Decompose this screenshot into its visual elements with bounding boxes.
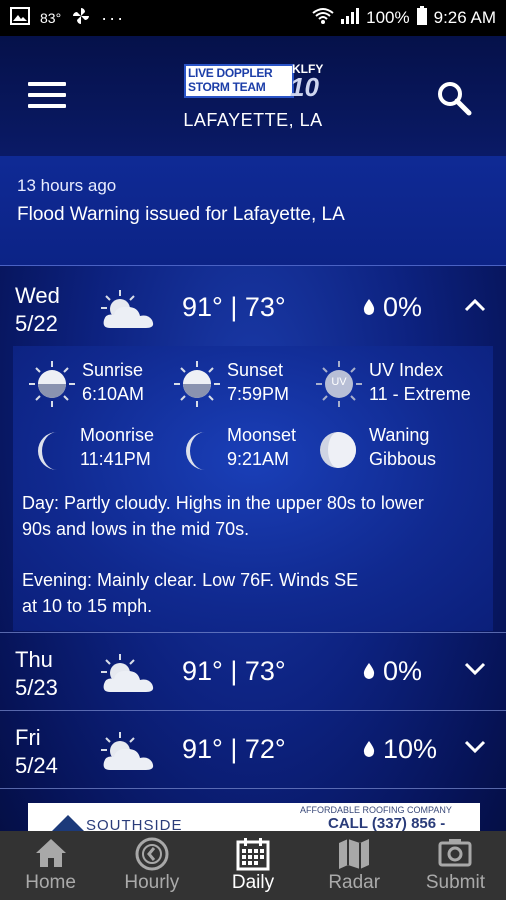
sunset-icon: [173, 360, 221, 413]
divider: [0, 632, 506, 633]
sunrise-text: Sunrise 6:10AM: [82, 360, 145, 404]
sunset-text: Sunset 7:59PM: [227, 360, 290, 404]
nav-submit[interactable]: Submit: [405, 831, 506, 900]
divider: [0, 788, 506, 789]
fan-icon: [71, 6, 91, 31]
raindrop-icon: [362, 740, 376, 763]
station-logo: LIVE DOPPLER STORM TEAM KLFY 10: [184, 62, 326, 102]
status-time: 9:26 AM: [433, 8, 496, 27]
day-row-fri[interactable]: Fri 5/24 91° | 72° 10%: [0, 712, 506, 790]
precip-chance: 0%: [383, 656, 423, 686]
chevron-up-icon[interactable]: [464, 298, 486, 317]
day-description: Day: Partly cloudy. Highs in the upper 8…: [22, 493, 424, 539]
ad-right-big: CALL (337) 856 - ROOF: [328, 815, 446, 831]
precip-chance: 0%: [383, 292, 423, 322]
moonset-text: Moonset 9:21AM: [227, 425, 297, 469]
nav-radar[interactable]: Radar: [304, 831, 405, 900]
day-temps: 91° | 73°: [182, 656, 286, 686]
partly-cloudy-icon: [98, 288, 158, 337]
logo-line2: STORM TEAM: [188, 80, 266, 94]
wifi-icon: [312, 7, 334, 30]
nav-label: Hourly: [124, 872, 180, 893]
chevron-down-icon[interactable]: [464, 740, 486, 759]
day-details-panel: Sunrise 6:10AM Sunset 7:59PM UV UV Index 11…: [13, 346, 493, 631]
uv-index-text: UV Index 11 - Extreme: [369, 360, 471, 404]
day-label: Fri 5/24: [15, 725, 58, 778]
nav-label: Daily: [231, 872, 275, 893]
moon-phase-icon: [318, 430, 358, 475]
home-icon: [34, 837, 68, 874]
chevron-down-icon[interactable]: [464, 662, 486, 681]
day-label: Wed 5/22: [15, 283, 60, 336]
city-label: LAFAYETTE, LA: [183, 110, 323, 130]
nav-home[interactable]: Home: [0, 831, 101, 900]
uv-index-icon: UV: [315, 360, 363, 413]
divider: [0, 710, 506, 711]
app-header: LIVE DOPPLER STORM TEAM KLFY 10 LAFAYETT…: [0, 36, 506, 156]
status-bar: 83° ··· 100% 9:26 AM: [0, 0, 506, 36]
day-temps: 91° | 72°: [182, 734, 286, 764]
nav-label: Home: [25, 872, 76, 893]
menu-icon[interactable]: [28, 82, 66, 110]
nav-label: Radar: [328, 872, 381, 893]
battery-icon: [416, 5, 428, 31]
clock-icon: [135, 837, 169, 876]
signal-icon: [340, 7, 360, 30]
battery-percent: 100%: [366, 8, 410, 27]
alert-banner[interactable]: 13 hours ago Flood Warning issued for La…: [0, 156, 506, 266]
day-temps: 91° | 73°: [182, 292, 286, 322]
alert-time: 13 hours ago: [17, 176, 117, 195]
uv-icon-text: UV: [331, 376, 347, 388]
day-label: Thu 5/23: [15, 647, 58, 700]
ad-left-text: SOUTHSIDE: [86, 817, 183, 831]
partly-cloudy-icon: [98, 652, 158, 701]
nav-label: Submit: [425, 872, 485, 893]
image-icon: [10, 6, 30, 30]
bottom-nav: Home Hourly Daily Radar Submit: [0, 831, 506, 900]
map-icon: [337, 837, 371, 876]
logo-channel: 10: [290, 72, 319, 102]
ad-banner[interactable]: SOUTHSIDE AFFORDABLE ROOFING COMPANY CAL…: [28, 803, 480, 831]
calendar-icon: [236, 837, 270, 876]
precip-chance: 10%: [383, 734, 438, 764]
logo-line1: LIVE DOPPLER: [188, 66, 273, 80]
raindrop-icon: [362, 298, 376, 321]
camera-icon: [438, 837, 472, 872]
nav-hourly[interactable]: Hourly: [101, 831, 202, 900]
evening-description: Evening: Mainly clear. Low 76F. Winds SE…: [22, 570, 359, 616]
raindrop-icon: [362, 662, 376, 685]
moonrise-icon: [35, 430, 71, 477]
moonset-icon: [183, 430, 219, 477]
day-row-wed[interactable]: Wed 5/22 91° | 73° 0%: [0, 270, 506, 348]
day-row-thu[interactable]: Thu 5/23 91° | 73° 0%: [0, 634, 506, 712]
status-temp: 83°: [40, 10, 62, 26]
ad-right-small: AFFORDABLE ROOFING COMPANY: [300, 805, 452, 815]
partly-cloudy-icon: [98, 730, 158, 779]
ad-logo-icon: [50, 815, 86, 831]
moonrise-text: Moonrise 11:41PM: [80, 425, 155, 469]
moon-phase-text: Waning Gibbous: [369, 425, 437, 469]
nav-daily[interactable]: Daily: [202, 831, 303, 900]
more-dots-icon: ···: [101, 7, 126, 28]
sunrise-icon: [28, 360, 76, 413]
alert-message: Flood Warning issued for Lafayette, LA: [17, 204, 345, 225]
